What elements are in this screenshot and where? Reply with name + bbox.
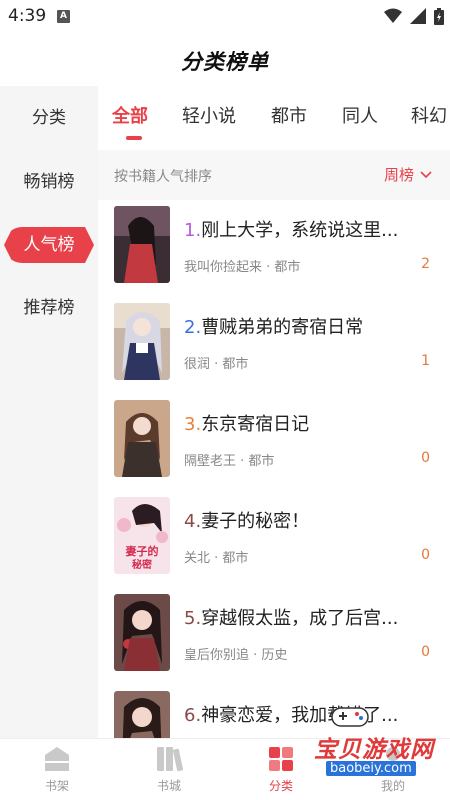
book-rank: 4. xyxy=(184,511,202,532)
book-count: 0 xyxy=(421,644,430,660)
book-title-text: 妻子的秘密！ xyxy=(201,511,310,532)
book-meta: 我叫你捡起来 · 都市 xyxy=(184,256,300,275)
meta-separator: · xyxy=(210,357,223,372)
book-meta: 隔壁老王 · 都市 xyxy=(184,450,274,469)
book-title-text: 曹贼弟弟的寄宿日常 xyxy=(201,317,364,338)
book-title: 2.曹贼弟弟的寄宿日常 xyxy=(184,313,424,339)
meta-separator: · xyxy=(210,551,223,566)
book-author: 隔壁老王 xyxy=(184,454,237,469)
book-title-text: 东京寄宿日记 xyxy=(201,414,310,435)
book-rank: 6. xyxy=(184,705,202,726)
book-title-text: 穿越假太监，成了后宫... xyxy=(201,608,399,629)
book-meta: 皇后你别追 · 历史 xyxy=(184,644,287,663)
book-rank: 1. xyxy=(184,220,202,241)
sort-dropdown[interactable]: 周榜 xyxy=(384,164,432,185)
page-title: 分类榜单 xyxy=(181,50,269,74)
book-cover xyxy=(114,400,170,477)
tab-urban[interactable]: 都市 xyxy=(271,102,307,128)
status-icons xyxy=(384,7,444,25)
cellular-signal-icon xyxy=(410,8,426,24)
book-list: 1.刚上大学，系统说这里... 我叫你捡起来 · 都市 2 2.曹贼弟弟的寄宿日… xyxy=(98,200,450,738)
nav-bookshelf[interactable]: 书架 xyxy=(22,745,92,794)
tab-scifi[interactable]: 科幻 xyxy=(411,102,447,128)
book-title: 4.妻子的秘密！ xyxy=(184,507,424,533)
status-bar: 4:39 A xyxy=(0,0,450,34)
bookstore-icon xyxy=(157,747,184,772)
tab-all[interactable]: 全部 xyxy=(112,102,148,128)
book-genre: 历史 xyxy=(261,648,288,663)
sort-row: 按书籍人气排序 周榜 xyxy=(98,150,450,200)
book-count: 2 xyxy=(421,256,430,272)
sidebar-item-recommended[interactable]: 推荐榜 xyxy=(0,288,98,328)
book-title: 5.穿越假太监，成了后宫... xyxy=(184,604,424,630)
sidebar-item-bestseller[interactable]: 畅销榜 xyxy=(0,162,98,202)
book-title: 3.东京寄宿日记 xyxy=(184,410,424,436)
book-count: 1 xyxy=(421,353,430,369)
book-cover xyxy=(114,206,170,283)
book-author: 很润 xyxy=(184,357,211,372)
gamepad-icon xyxy=(331,707,369,727)
status-time: 4:39 xyxy=(8,6,47,26)
list-item[interactable]: 2.曹贼弟弟的寄宿日常 很润 · 都市 1 xyxy=(98,297,450,394)
book-author: 我叫你捡起来 xyxy=(184,260,263,275)
nav-label: 书城 xyxy=(156,779,181,793)
header: 分类榜单 xyxy=(0,34,450,84)
book-cover xyxy=(114,691,170,738)
watermark: 宝贝游戏网 baobeiy.com xyxy=(290,700,440,780)
list-item[interactable]: 3.东京寄宿日记 隔壁老王 · 都市 0 xyxy=(98,394,450,491)
book-count: 0 xyxy=(421,450,430,466)
book-meta: 很润 · 都市 xyxy=(184,353,248,372)
book-cover xyxy=(114,303,170,380)
list-item[interactable]: 妻子的 秘密 4.妻子的秘密！ 关北 · 都市 0 xyxy=(98,491,450,588)
book-rank: 5. xyxy=(184,608,202,629)
sidebar-item-popularity[interactable]: 人气榜 xyxy=(4,227,94,263)
wifi-icon xyxy=(384,8,402,23)
book-title-text: 刚上大学，系统说这里... xyxy=(201,220,399,241)
genre-tabs: 全部 轻小说 都市 同人 科幻 xyxy=(98,86,450,146)
book-cover-title: 妻子的 xyxy=(126,544,159,558)
meta-separator: · xyxy=(236,454,249,469)
nav-bookstore[interactable]: 书城 xyxy=(134,745,204,794)
sidebar-item-category[interactable]: 分类 xyxy=(0,98,98,138)
bookshelf-icon xyxy=(45,747,69,771)
book-meta: 关北 · 都市 xyxy=(184,547,248,566)
battery-icon xyxy=(434,7,444,25)
book-genre: 都市 xyxy=(222,551,249,566)
notification-icon: A xyxy=(57,10,70,23)
book-count: 0 xyxy=(421,547,430,563)
sort-selected-value: 周榜 xyxy=(383,166,414,184)
watermark-text: 宝贝游戏网 xyxy=(314,737,434,763)
sort-label: 按书籍人气排序 xyxy=(114,169,212,185)
list-item[interactable]: 1.刚上大学，系统说这里... 我叫你捡起来 · 都市 2 xyxy=(98,200,450,297)
book-rank: 2. xyxy=(184,317,202,338)
book-rank: 3. xyxy=(184,414,202,435)
watermark-url: baobeiy.com xyxy=(326,761,416,776)
book-author: 关北 xyxy=(184,551,211,566)
list-item[interactable]: 5.穿越假太监，成了后宫... 皇后你别追 · 历史 0 xyxy=(98,588,450,685)
book-genre: 都市 xyxy=(222,357,249,372)
tab-light-novel[interactable]: 轻小说 xyxy=(182,102,236,128)
tab-fanfic[interactable]: 同人 xyxy=(342,102,378,128)
book-title: 1.刚上大学，系统说这里... xyxy=(184,216,424,242)
chevron-down-icon xyxy=(420,170,432,178)
meta-separator: · xyxy=(249,648,262,663)
book-genre: 都市 xyxy=(274,260,301,275)
book-cover: 妻子的 秘密 xyxy=(114,497,170,574)
book-genre: 都市 xyxy=(248,454,275,469)
book-cover-title-2: 秘密 xyxy=(132,558,152,571)
nav-label: 书架 xyxy=(44,779,69,793)
book-author: 皇后你别追 xyxy=(184,648,250,663)
active-tab-indicator xyxy=(126,136,142,140)
meta-separator: · xyxy=(262,260,275,275)
sidebar: 分类 畅销榜 人气榜 推荐榜 xyxy=(0,86,98,738)
book-cover xyxy=(114,594,170,671)
